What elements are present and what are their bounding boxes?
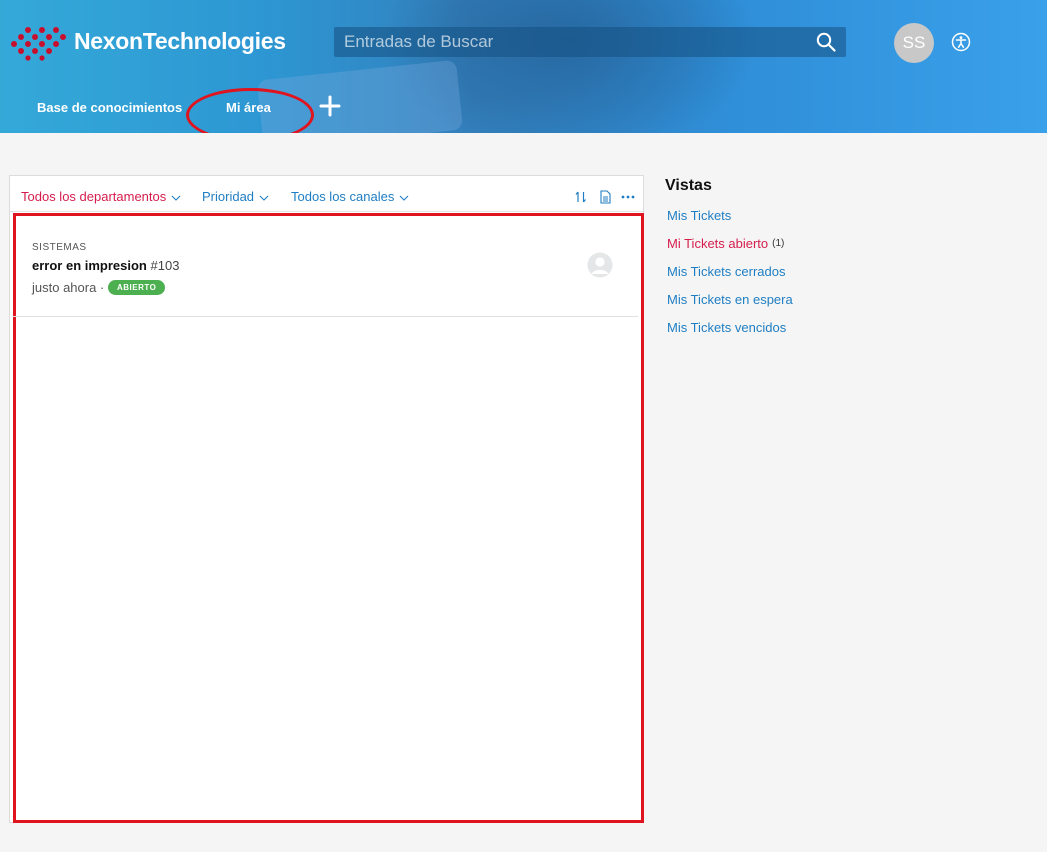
nexon-logo-icon[interactable] [8,22,68,62]
view-my-closed-tickets-label: Mis Tickets cerrados [667,264,786,279]
sort-icon[interactable] [574,190,588,204]
chevron-down-icon [259,195,269,201]
ticket-row[interactable]: SISTEMAS error en impresion #103 justo a… [13,216,638,317]
filter-departments-label: Todos los departamentos [21,189,167,204]
filter-priority-label: Prioridad [202,189,255,204]
view-my-open-tickets-label: Mi Tickets abierto [667,236,769,251]
view-my-tickets-label: Mis Tickets [667,208,732,223]
view-my-on-hold-tickets[interactable]: Mis Tickets en espera [667,292,793,307]
filter-departments[interactable]: Todos los departamentos [21,189,181,204]
ticket-title-text: error en impresion [32,258,147,273]
brand-name[interactable]: NexonTechnologies [74,28,286,55]
filter-channels[interactable]: Todos los canales [291,189,409,204]
ticket-number: #103 [150,258,180,273]
export-document-icon[interactable] [598,190,612,204]
plus-icon[interactable] [319,95,341,117]
search-box [334,27,846,57]
chevron-down-icon [399,195,409,201]
highlight-ring [186,88,314,133]
view-my-open-tickets[interactable]: Mi Tickets abierto (1) [667,236,784,251]
search-input[interactable] [344,31,794,53]
view-count-badge: (1) [772,238,785,249]
view-my-overdue-tickets-label: Mis Tickets vencidos [667,320,787,335]
accessibility-icon[interactable] [951,32,971,52]
view-my-on-hold-tickets-label: Mis Tickets en espera [667,292,793,307]
filter-priority[interactable]: Prioridad [202,189,269,204]
view-my-overdue-tickets[interactable]: Mis Tickets vencidos [667,320,786,335]
ticket-list-panel: Todos los departamentos Prioridad Todos … [9,175,644,823]
ticket-department: SISTEMAS [32,242,87,253]
user-avatar[interactable]: SS [894,23,934,63]
header-bar: NexonTechnologies SS Base de conocimient… [0,0,1047,133]
view-my-tickets[interactable]: Mis Tickets [667,208,731,223]
list-toolbar: Todos los departamentos Prioridad Todos … [10,176,643,212]
ticket-time: justo ahora · [32,280,105,295]
view-my-closed-tickets[interactable]: Mis Tickets cerrados [667,264,785,279]
search-icon[interactable] [816,32,836,52]
more-options-icon[interactable] [621,190,635,204]
chevron-down-icon [171,195,181,201]
filter-channels-label: Todos los canales [291,189,395,204]
ticket-title[interactable]: error en impresion #103 [32,258,179,273]
status-badge: ABIERTO [108,280,166,295]
assignee-avatar-icon[interactable] [587,252,613,278]
views-heading: Vistas [665,177,712,194]
nav-tab-knowledge-base[interactable]: Base de conocimientos [37,100,182,120]
